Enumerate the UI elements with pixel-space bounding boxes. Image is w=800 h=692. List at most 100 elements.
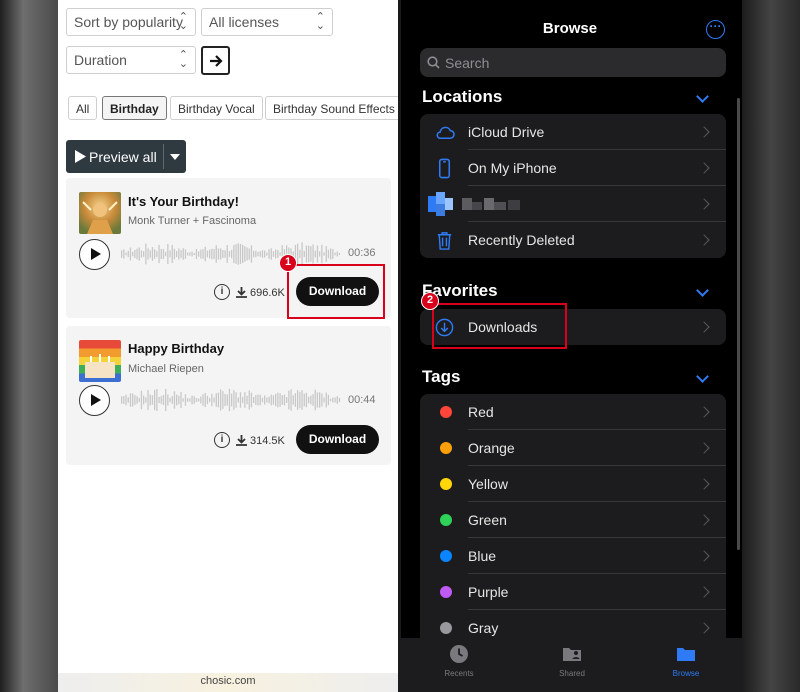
chip-birthday-vocal[interactable]: Birthday Vocal — [170, 96, 263, 120]
cloud-icon — [436, 126, 455, 139]
license-select-value: All licenses — [209, 14, 280, 30]
files-app-panel: Browse ··· Search Locations iCloud Drive… — [398, 0, 742, 692]
divider — [163, 144, 164, 169]
nav-title: Browse — [542, 20, 598, 37]
site-footer[interactable]: chosic.com — [58, 673, 398, 692]
track-artist[interactable]: Monk Turner + Fascinoma — [128, 215, 256, 227]
trash-icon — [437, 232, 452, 250]
download-button[interactable]: Download — [296, 425, 379, 454]
chevron-right-icon — [698, 442, 710, 454]
license-select[interactable]: All licenses ⌃ ⌄ — [201, 8, 333, 36]
web-panel: Sort by popularity ⌃ ⌄ All licenses ⌃ ⌄ Dura… — [58, 0, 398, 692]
pixelated-redaction — [428, 192, 520, 216]
chevron-right-icon — [698, 234, 710, 246]
sort-select[interactable]: Sort by popularity ⌃ ⌄ — [66, 8, 196, 36]
tag-label: Yellow — [468, 476, 508, 492]
info-icon[interactable]: i — [214, 432, 230, 448]
album-art — [79, 192, 121, 234]
tags-list: Red Orange Yellow Green Blue Purple Gray — [420, 394, 726, 646]
location-label: iCloud Drive — [468, 124, 545, 140]
select-chevron-icon: ⌃ ⌄ — [178, 11, 188, 32]
download-icon — [236, 435, 247, 446]
track-duration: 00:36 — [348, 247, 376, 259]
tag-label: Purple — [468, 584, 509, 600]
folder-icon — [677, 648, 695, 661]
chip-birthday[interactable]: Birthday — [102, 96, 167, 120]
tag-label: Green — [468, 512, 507, 528]
tag-orange[interactable]: Orange — [420, 430, 726, 466]
location-label: On My iPhone — [468, 160, 557, 176]
preview-all-button[interactable]: Preview all — [66, 140, 186, 173]
chevron-right-icon — [698, 514, 710, 526]
more-options-icon[interactable]: ··· — [706, 20, 725, 39]
duration-select[interactable]: Duration ⌃ ⌄ — [66, 46, 196, 74]
chevron-down-icon[interactable] — [696, 90, 709, 103]
background-left — [0, 0, 58, 692]
track-duration: 00:44 — [348, 394, 376, 406]
tab-label: Recents — [444, 669, 474, 678]
chevron-right-icon — [698, 550, 710, 562]
chevron-right-icon — [698, 126, 710, 138]
tag-color-dot — [440, 622, 452, 634]
location-icloud-drive[interactable]: iCloud Drive — [420, 114, 726, 150]
chevron-right-icon — [698, 622, 710, 634]
preview-all-label: Preview all — [89, 149, 157, 165]
location-redacted[interactable] — [420, 186, 726, 222]
track-title[interactable]: Happy Birthday — [128, 341, 224, 356]
download-count: 314.5K — [250, 435, 285, 447]
location-recently-deleted[interactable]: Recently Deleted — [420, 222, 726, 258]
chevron-right-icon — [698, 478, 710, 490]
search-icon — [427, 56, 440, 69]
step-badge: 1 — [279, 254, 297, 272]
highlight-box — [287, 264, 385, 319]
locations-header[interactable]: Locations — [422, 87, 502, 107]
select-chevron-icon: ⌃ ⌄ — [315, 11, 325, 32]
background-right — [742, 0, 800, 692]
track-artist[interactable]: Michael Riepen — [128, 363, 204, 375]
tag-color-dot — [440, 442, 452, 454]
tab-bar: Recents Shared Browse — [398, 638, 742, 692]
album-art — [79, 340, 121, 382]
search-field[interactable]: Search — [420, 48, 726, 77]
iphone-icon — [438, 158, 451, 179]
tag-label: Orange — [468, 440, 515, 456]
select-chevron-icon: ⌃ ⌄ — [178, 49, 188, 70]
chevron-down-icon[interactable] — [696, 284, 709, 297]
locations-list: iCloud Drive On My iPhone Recently Delet… — [420, 114, 726, 258]
arrow-right-icon — [209, 54, 223, 67]
tag-color-dot — [440, 514, 452, 526]
tag-red[interactable]: Red — [420, 394, 726, 430]
location-label: Recently Deleted — [468, 232, 575, 248]
track-card: Happy Birthday Michael Riepen 00:44 i 31… — [66, 326, 391, 465]
location-on-my-iphone[interactable]: On My iPhone — [420, 150, 726, 186]
waveform[interactable] — [121, 387, 341, 413]
dropdown-caret-icon[interactable] — [170, 154, 180, 160]
step-badge: 2 — [421, 292, 439, 310]
tag-color-dot — [440, 550, 452, 562]
tag-green[interactable]: Green — [420, 502, 726, 538]
play-button[interactable] — [79, 385, 110, 416]
chevron-right-icon — [698, 162, 710, 174]
chip-all[interactable]: All — [68, 96, 98, 120]
tab-label: Browse — [672, 669, 700, 678]
apply-filter-button[interactable] — [201, 46, 230, 75]
chevron-right-icon — [698, 586, 710, 598]
tag-yellow[interactable]: Yellow — [420, 466, 726, 502]
tags-header[interactable]: Tags — [422, 367, 460, 387]
shared-folder-icon — [563, 648, 581, 661]
tag-label: Red — [468, 404, 494, 420]
tag-color-dot — [440, 406, 452, 418]
track-title[interactable]: It's Your Birthday! — [128, 194, 239, 209]
chevron-down-icon[interactable] — [696, 370, 709, 383]
tag-label: Gray — [468, 620, 499, 636]
clock-icon — [450, 645, 468, 663]
highlight-box — [432, 303, 567, 349]
tag-blue[interactable]: Blue — [420, 538, 726, 574]
chip-birthday-sound-effects[interactable]: Birthday Sound Effects — [265, 96, 398, 120]
play-button[interactable] — [79, 239, 110, 270]
tag-purple[interactable]: Purple — [420, 574, 726, 610]
info-icon[interactable]: i — [214, 284, 230, 300]
tag-color-dot — [440, 478, 452, 490]
chevron-right-icon — [698, 406, 710, 418]
scrollbar[interactable] — [737, 98, 740, 550]
